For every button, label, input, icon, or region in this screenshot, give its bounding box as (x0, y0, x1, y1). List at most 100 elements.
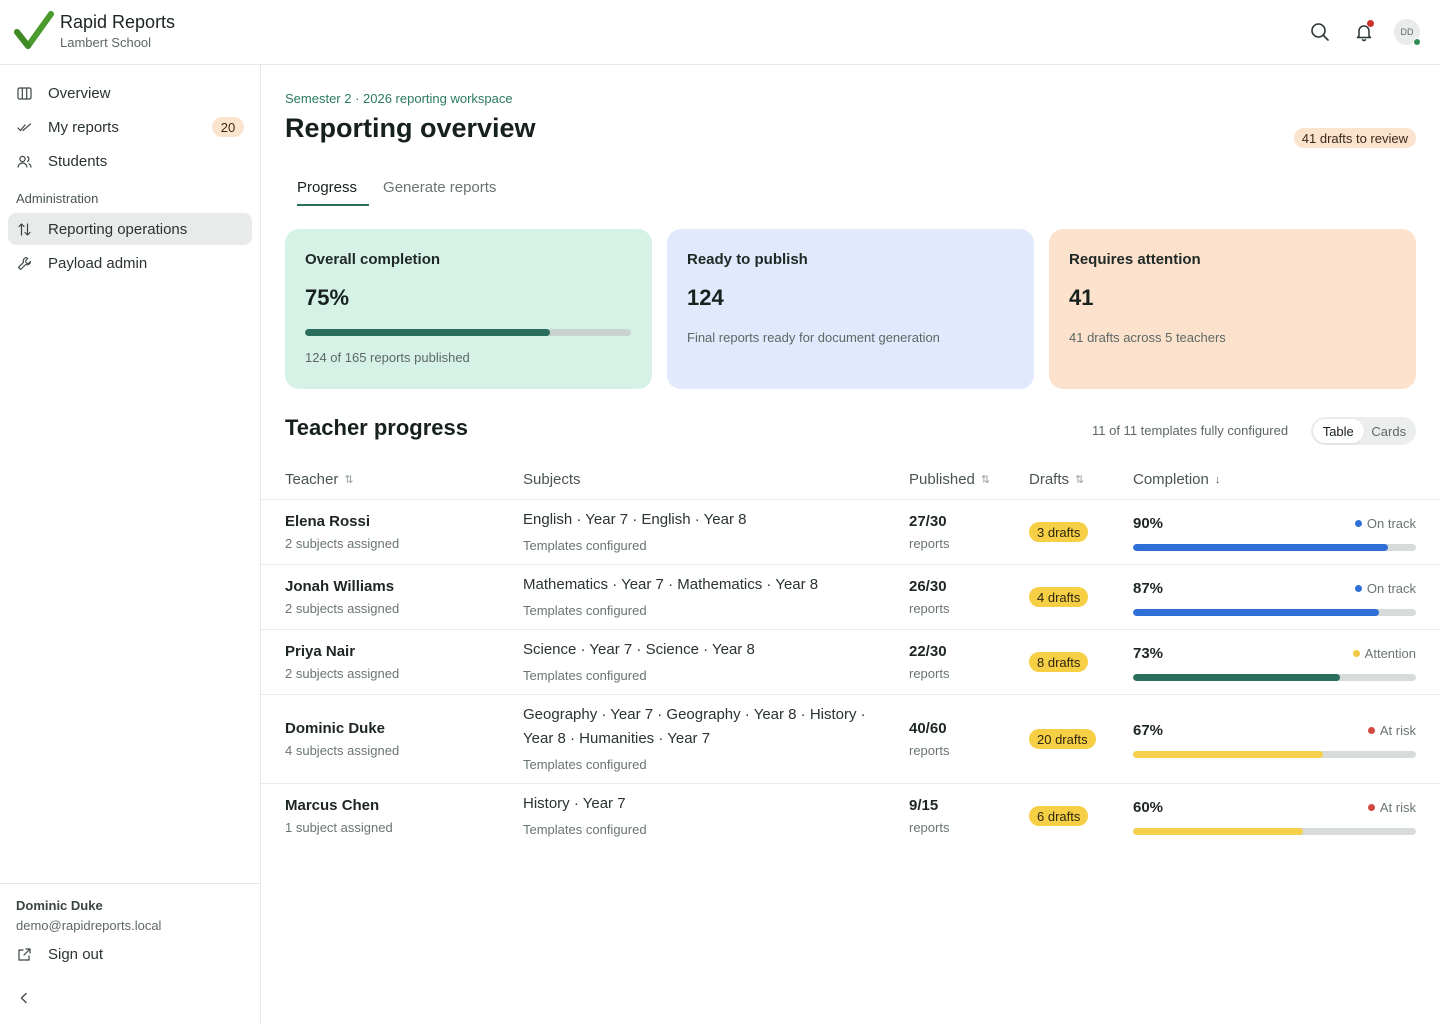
sidebar-item-label: Reporting operations (48, 220, 188, 238)
completion-bar (1133, 544, 1416, 551)
status-label: Attention (1364, 646, 1416, 661)
notification-dot (1367, 20, 1374, 27)
table-row[interactable]: Elena Rossi 2 subjects assigned English … (261, 500, 1440, 565)
drafts-badge: 20 drafts (1029, 729, 1096, 749)
teacher-name: Marcus Chen (285, 797, 380, 814)
table-row[interactable]: Marcus Chen 1 subject assigned History ·… (261, 784, 1440, 849)
sidebar-item-payload-admin[interactable]: Payload admin (8, 247, 252, 279)
stat-title: Requires attention (1069, 251, 1201, 268)
sidebar: Overview My reports 20 Students Administ… (0, 65, 261, 1024)
templates-status: Templates configured (523, 668, 647, 683)
tab-bar: Progress Generate reports (285, 175, 510, 206)
published-count: 27/30 (909, 513, 947, 530)
column-label: Drafts (1029, 471, 1070, 488)
column-header-drafts[interactable]: Drafts ⇅ (1029, 471, 1084, 488)
completion-percent: 60% (1133, 799, 1164, 816)
sign-out-button[interactable]: Sign out (16, 946, 103, 963)
notifications-button[interactable] (1350, 18, 1378, 46)
completion-bar-fill (1133, 674, 1340, 681)
workspace-label: Semester 2 · 2026 reporting workspace (285, 91, 513, 106)
sidebar-item-label: Overview (48, 84, 111, 102)
stat-value: 75% (305, 285, 350, 310)
search-button[interactable] (1306, 18, 1334, 46)
subjects-list: Mathematics · Year 7 · Mathematics · Yea… (523, 576, 819, 593)
section-title: Teacher progress (285, 415, 469, 440)
tab-progress[interactable]: Progress (285, 175, 370, 206)
columns-icon (16, 85, 32, 101)
stat-value: 124 (687, 285, 724, 310)
sidebar-item-overview[interactable]: Overview (8, 77, 252, 109)
online-status-dot (1413, 38, 1421, 46)
drafts-badge: 4 drafts (1029, 587, 1089, 607)
column-header-completion[interactable]: Completion ↓ (1133, 471, 1220, 488)
sign-out-label: Sign out (48, 946, 104, 963)
collapse-sidebar-button[interactable] (16, 990, 32, 1006)
view-table-button[interactable]: Table (1313, 419, 1364, 443)
view-cards-button[interactable]: Cards (1364, 419, 1415, 443)
subjects-assigned: 4 subjects assigned (285, 743, 400, 758)
published-count: 22/30 (909, 643, 947, 660)
tab-generate-reports[interactable]: Generate reports (371, 175, 508, 206)
completion-percent: 73% (1133, 645, 1164, 662)
sort-desc-icon: ↓ (1214, 473, 1221, 486)
stat-card-requires-attention: Requires attention 41 41 drafts across 5… (1049, 229, 1416, 389)
column-header-subjects: Subjects (523, 471, 581, 488)
subjects-list: English · Year 7 · English · Year 8 (523, 511, 747, 528)
completion-bar (1133, 828, 1416, 835)
completion-percent: 90% (1133, 515, 1164, 532)
drafts-badge: 3 drafts (1029, 522, 1089, 542)
status-badge: At risk (1367, 723, 1416, 738)
stat-card-overall-completion: Overall completion 75% 124 of 165 report… (285, 229, 652, 389)
status-dot (1354, 520, 1362, 527)
teacher-name: Elena Rossi (285, 513, 371, 530)
checkmark-logo-icon (14, 11, 54, 49)
column-label: Completion (1133, 471, 1209, 488)
completion-percent: 87% (1133, 580, 1164, 597)
published-unit: reports (909, 536, 950, 551)
templates-status: Templates configured (523, 757, 647, 772)
table-row[interactable]: Priya Nair 2 subjects assigned Science ·… (261, 630, 1440, 695)
avatar[interactable]: DD (1394, 19, 1421, 46)
teacher-name: Dominic Duke (285, 720, 386, 737)
completion-bar-fill (1133, 544, 1388, 551)
published-count: 40/60 (909, 720, 947, 737)
arrows-up-down-icon (16, 221, 32, 237)
status-badge: On track (1354, 516, 1416, 531)
sidebar-item-label: Students (48, 152, 108, 170)
users-icon (16, 153, 32, 169)
stat-title: Overall completion (305, 251, 441, 268)
published-count: 26/30 (909, 578, 947, 595)
table-row[interactable]: Dominic Duke 4 subjects assigned Geograp… (261, 695, 1440, 784)
published-unit: reports (909, 666, 950, 681)
templates-config-note: 11 of 11 templates fully configured (1092, 423, 1289, 438)
subjects-list: Geography · Year 7 · Geography · Year 8 … (523, 706, 866, 747)
sort-icon: ⇅ (1075, 474, 1085, 486)
sort-icon: ⇅ (344, 474, 354, 486)
status-dot (1367, 804, 1375, 811)
table-header: Teacher ⇅ Subjects Published ⇅ Drafts ⇅ Com… (261, 465, 1440, 500)
brand[interactable]: Rapid Reports Lambert School (14, 10, 175, 52)
published-count: 9/15 (909, 797, 939, 814)
status-badge: On track (1354, 581, 1416, 596)
sidebar-item-my-reports[interactable]: My reports 20 (8, 111, 252, 143)
published-unit: reports (909, 820, 950, 835)
stat-note: 124 of 165 reports published (305, 350, 470, 365)
sidebar-item-reporting-operations[interactable]: Reporting operations (8, 213, 252, 245)
subjects-list: History · Year 7 (523, 795, 626, 812)
completion-bar (1133, 674, 1416, 681)
main-content: Semester 2 · 2026 reporting workspace Re… (261, 65, 1440, 1024)
table-row[interactable]: Jonah Williams 2 subjects assigned Mathe… (261, 565, 1440, 630)
overall-progress-fill (305, 329, 550, 336)
subjects-assigned: 2 subjects assigned (285, 666, 400, 681)
stat-card-ready-to-publish: Ready to publish 124 Final reports ready… (667, 229, 1034, 389)
view-toggle: Table Cards (1311, 417, 1416, 445)
subjects-list: Science · Year 7 · Science · Year 8 (523, 641, 755, 658)
column-label: Teacher (285, 471, 339, 488)
search-icon (1311, 23, 1329, 41)
status-badge: Attention (1352, 646, 1416, 661)
status-dot (1352, 650, 1360, 657)
double-check-icon (16, 119, 32, 135)
column-header-published[interactable]: Published ⇅ (909, 471, 990, 488)
sidebar-item-students[interactable]: Students (8, 145, 252, 177)
column-header-teacher[interactable]: Teacher ⇅ (285, 471, 354, 488)
